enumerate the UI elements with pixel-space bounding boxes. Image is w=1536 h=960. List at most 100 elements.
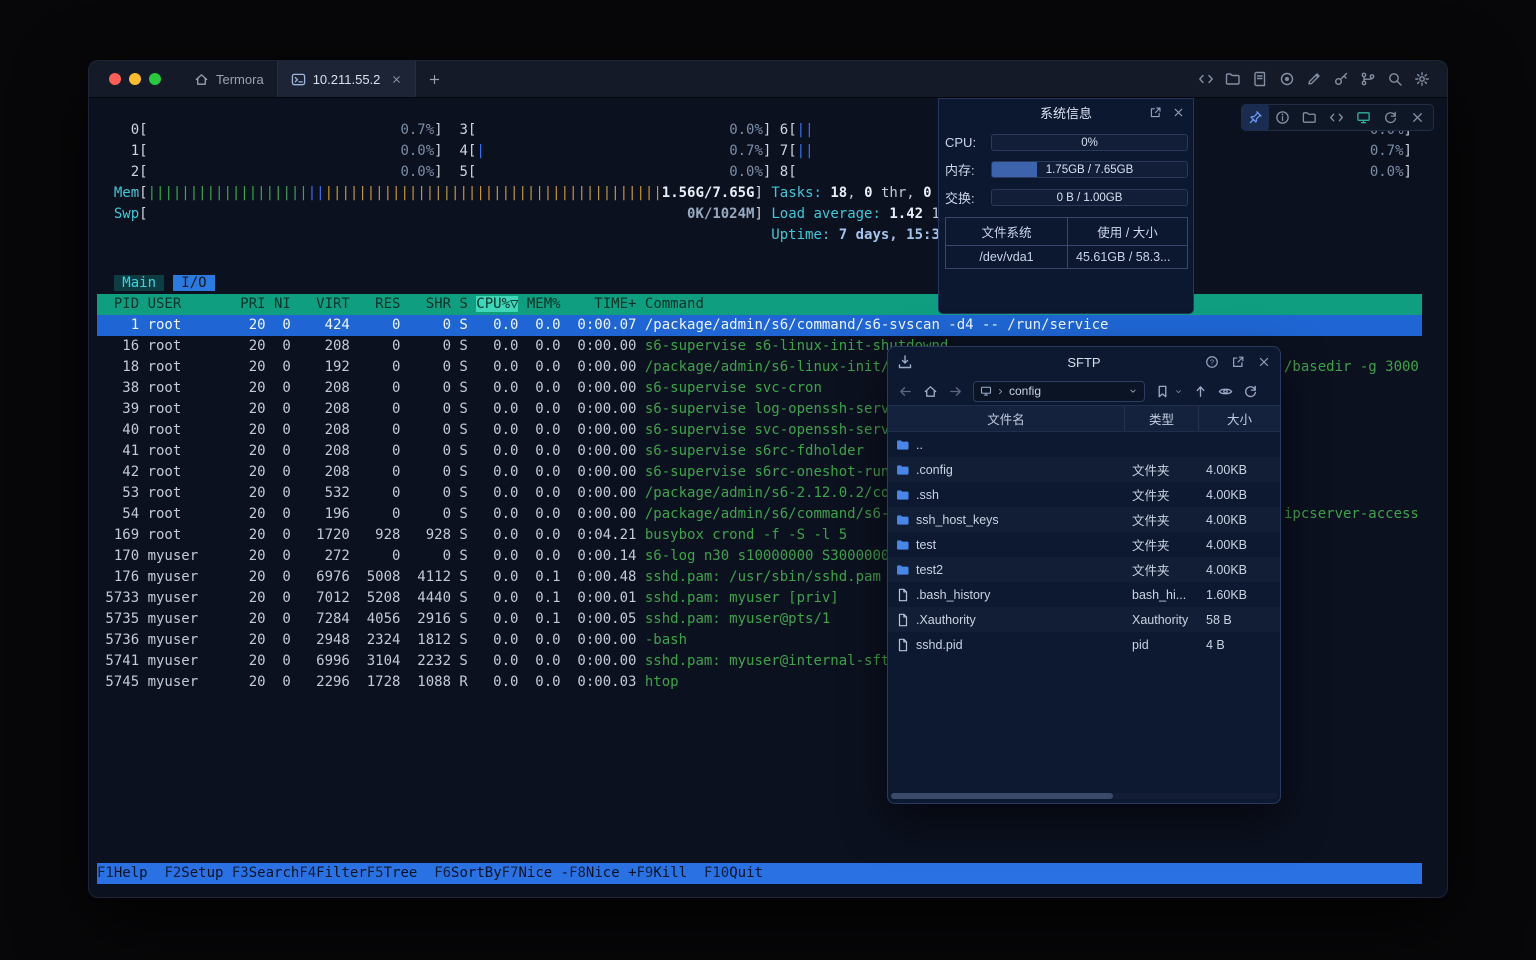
tab-home-label: Termora bbox=[216, 72, 264, 87]
code-icon[interactable] bbox=[1323, 104, 1350, 131]
process-row[interactable]: 42 root 20 0 208 0 0 S 0.0 0.0 0:00.00 s… bbox=[97, 462, 889, 483]
close-window-button[interactable] bbox=[109, 73, 121, 85]
process-row[interactable]: 170 myuser 20 0 272 0 0 S 0.0 0.0 0:00.1… bbox=[97, 546, 889, 567]
file-row[interactable]: .. bbox=[888, 432, 1280, 457]
close-icon[interactable] bbox=[1404, 104, 1431, 131]
plus-icon bbox=[428, 73, 441, 86]
settings-icon[interactable] bbox=[1408, 66, 1435, 93]
close-tab-icon[interactable] bbox=[391, 74, 402, 85]
close-window-icon[interactable] bbox=[1257, 355, 1271, 369]
transfer-icon[interactable] bbox=[1350, 104, 1377, 131]
file-icon bbox=[896, 613, 910, 627]
process-row[interactable]: 54 root 20 0 196 0 0 S 0.0 0.0 0:00.00 /… bbox=[97, 504, 889, 525]
refresh-icon[interactable] bbox=[1243, 384, 1258, 399]
file-list: ...config文件夹4.00KB.ssh文件夹4.00KBssh_host_… bbox=[888, 432, 1280, 657]
show-hidden-icon[interactable] bbox=[1218, 384, 1233, 399]
file-row[interactable]: .ssh文件夹4.00KB bbox=[888, 482, 1280, 507]
system-info-panel: 系统信息 CPU:0%内存:1.75GB / 7.65GB交换:0 B / 1.… bbox=[938, 98, 1194, 314]
info-icon[interactable] bbox=[1269, 104, 1296, 131]
path-breadcrumb[interactable]: config bbox=[973, 381, 1145, 402]
folder-icon[interactable] bbox=[1296, 104, 1323, 131]
search-icon[interactable] bbox=[1381, 66, 1408, 93]
tab-session-label: 10.211.55.2 bbox=[313, 72, 381, 87]
file-table-header[interactable]: 文件名 类型 大小 bbox=[888, 405, 1280, 432]
folder-icon bbox=[896, 463, 910, 477]
metric-row: 交换:0 B / 1.00GB bbox=[945, 188, 1188, 207]
scrollbar-thumb[interactable] bbox=[891, 793, 1113, 799]
file-row[interactable]: test文件夹4.00KB bbox=[888, 532, 1280, 557]
sftp-toolbar: config bbox=[888, 377, 1280, 405]
swap-meter-row: Swp[ 0K/1024M] Load average: 1.42 1. bbox=[97, 204, 948, 225]
process-row[interactable]: 16 root 20 0 208 0 0 S 0.0 0.0 0:00.00 s… bbox=[97, 336, 948, 357]
back-icon[interactable] bbox=[898, 384, 913, 399]
traffic-lights bbox=[89, 61, 181, 97]
sftp-window: SFTP config 文件名 类型 bbox=[887, 346, 1281, 804]
log-icon[interactable] bbox=[1246, 66, 1273, 93]
minimize-window-button[interactable] bbox=[129, 73, 141, 85]
sftp-title: SFTP bbox=[1067, 355, 1100, 370]
home-icon bbox=[194, 72, 209, 87]
process-row[interactable]: 41 root 20 0 208 0 0 S 0.0 0.0 0:00.00 s… bbox=[97, 441, 864, 462]
chevron-right-icon bbox=[996, 387, 1005, 396]
process-table-header[interactable]: PID USER PRI NI VIRT RES SHR S CPU%▽ MEM… bbox=[97, 294, 1422, 315]
home-icon[interactable] bbox=[923, 384, 938, 399]
process-row[interactable]: 5733 myuser 20 0 7012 5208 4440 S 0.0 0.… bbox=[97, 588, 839, 609]
parent-dir-icon[interactable] bbox=[1193, 384, 1208, 399]
folder-icon bbox=[896, 438, 910, 452]
forward-icon[interactable] bbox=[948, 384, 963, 399]
process-row[interactable]: 1 root 20 0 424 0 0 S 0.0 0.0 0:00.07 /p… bbox=[97, 315, 1422, 336]
process-row[interactable]: 53 root 20 0 532 0 0 S 0.0 0.0 0:00.00 /… bbox=[97, 483, 889, 504]
file-row[interactable]: .bash_historybash_hi...1.60KB bbox=[888, 582, 1280, 607]
system-metrics: CPU:0%内存:1.75GB / 7.65GB交换:0 B / 1.00GB bbox=[939, 134, 1193, 207]
process-row[interactable]: 5745 myuser 20 0 2296 1728 1088 R 0.0 0.… bbox=[97, 672, 679, 693]
column-size[interactable]: 大小 bbox=[1198, 406, 1280, 431]
computer-icon bbox=[980, 385, 992, 397]
file-icon bbox=[896, 638, 910, 652]
file-row[interactable]: .config文件夹4.00KB bbox=[888, 457, 1280, 482]
column-name[interactable]: 文件名 bbox=[888, 406, 1124, 431]
process-row[interactable]: 40 root 20 0 208 0 0 S 0.0 0.0 0:00.00 s… bbox=[97, 420, 889, 441]
code-icon[interactable] bbox=[1192, 66, 1219, 93]
process-row[interactable]: 5741 myuser 20 0 6996 3104 2232 S 0.0 0.… bbox=[97, 651, 889, 672]
column-type[interactable]: 类型 bbox=[1124, 406, 1198, 431]
bookmark-caret-icon[interactable] bbox=[1174, 387, 1183, 396]
tab-termora-home[interactable]: Termora bbox=[181, 61, 277, 97]
dropdown-caret-icon[interactable] bbox=[1128, 386, 1138, 396]
sftp-titlebar: SFTP bbox=[888, 347, 1280, 377]
horizontal-scrollbar[interactable] bbox=[891, 793, 1277, 799]
process-row[interactable]: 5736 myuser 20 0 2948 2324 1812 S 0.0 0.… bbox=[97, 630, 687, 651]
current-folder: config bbox=[1009, 384, 1041, 398]
file-row[interactable]: sshd.pidpid4 B bbox=[888, 632, 1280, 657]
key-icon[interactable] bbox=[1327, 66, 1354, 93]
htop-function-keys[interactable]: F1Help F2Setup F3SearchF4FilterF5Tree F6… bbox=[97, 863, 1422, 884]
help-icon[interactable] bbox=[1205, 355, 1219, 369]
uptime-row: Uptime: 7 days, 15:3 bbox=[97, 225, 940, 246]
new-tab-button[interactable] bbox=[416, 61, 453, 97]
file-row[interactable]: test2文件夹4.00KB bbox=[888, 557, 1280, 582]
folder-icon bbox=[896, 563, 910, 577]
transfers-icon[interactable] bbox=[897, 354, 913, 370]
process-row[interactable]: 5735 myuser 20 0 7284 4056 2916 S 0.0 0.… bbox=[97, 609, 830, 630]
close-panel-icon[interactable] bbox=[1172, 106, 1185, 119]
htop-screen-tabs[interactable]: Main I/O bbox=[97, 273, 215, 294]
folder-icon[interactable] bbox=[1219, 66, 1246, 93]
open-in-window-icon[interactable] bbox=[1149, 106, 1162, 119]
macro-icon[interactable] bbox=[1354, 66, 1381, 93]
process-row[interactable]: 39 root 20 0 208 0 0 S 0.0 0.0 0:00.00 s… bbox=[97, 399, 889, 420]
file-row[interactable]: .XauthorityXauthority58 B bbox=[888, 607, 1280, 632]
tab-session[interactable]: 10.211.55.2 bbox=[277, 61, 417, 97]
record-icon[interactable] bbox=[1273, 66, 1300, 93]
process-row[interactable]: 18 root 20 0 192 0 0 S 0.0 0.0 0:00.00 /… bbox=[97, 357, 889, 378]
bookmark-icon[interactable] bbox=[1155, 384, 1170, 399]
filesystem-table: 文件系统使用 / 大小/dev/vda145.61GB / 58.3... bbox=[945, 217, 1188, 269]
edit-icon[interactable] bbox=[1300, 66, 1327, 93]
process-row[interactable]: 176 myuser 20 0 6976 5008 4112 S 0.0 0.1… bbox=[97, 567, 881, 588]
open-in-window-icon[interactable] bbox=[1231, 355, 1245, 369]
zoom-window-button[interactable] bbox=[149, 73, 161, 85]
refresh-icon[interactable] bbox=[1377, 104, 1404, 131]
tab-bar: Termora 10.211.55.2 bbox=[89, 61, 1447, 98]
file-row[interactable]: ssh_host_keys文件夹4.00KB bbox=[888, 507, 1280, 532]
process-row[interactable]: 38 root 20 0 208 0 0 S 0.0 0.0 0:00.00 s… bbox=[97, 378, 822, 399]
process-row[interactable]: 169 root 20 0 1720 928 928 S 0.0 0.0 0:0… bbox=[97, 525, 847, 546]
pin-icon[interactable] bbox=[1242, 104, 1269, 131]
